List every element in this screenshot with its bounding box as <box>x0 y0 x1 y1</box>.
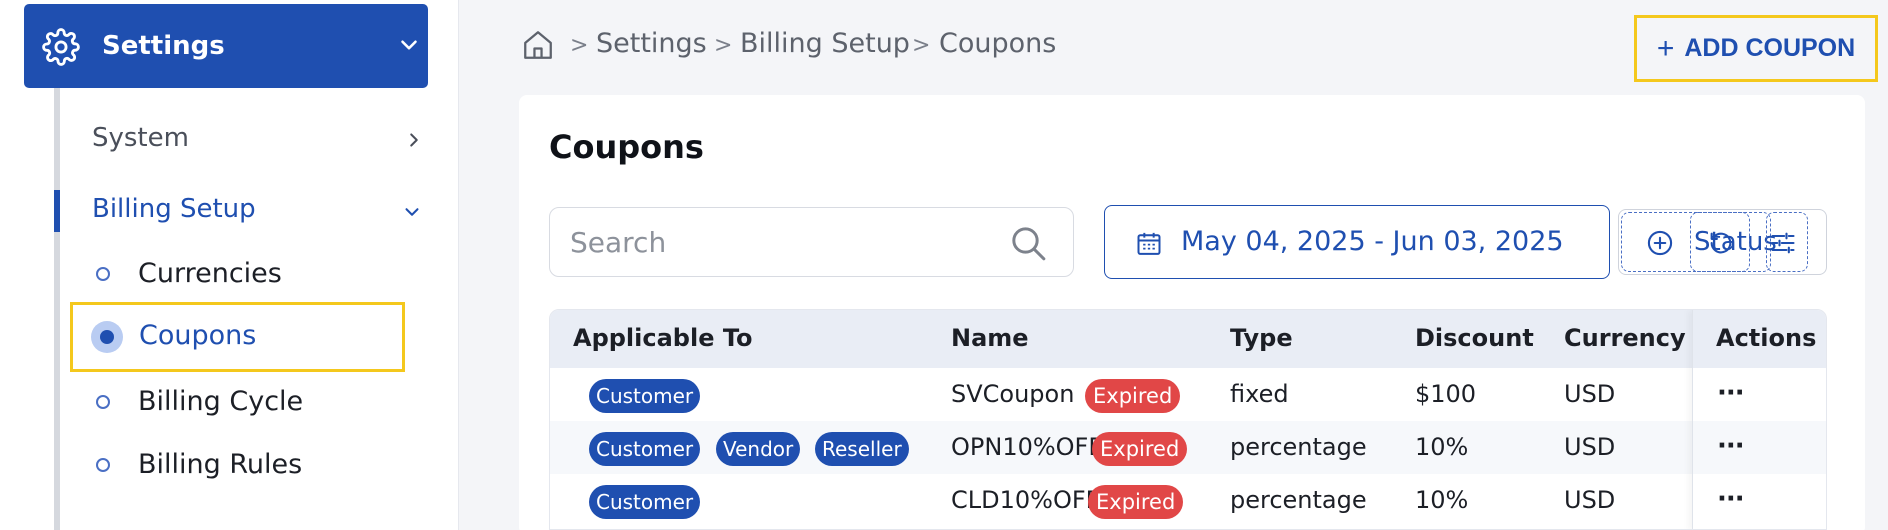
reset-filters-button[interactable] <box>1690 212 1750 272</box>
applicable-tag: Customer <box>589 432 701 466</box>
chevron-down-icon <box>401 40 417 50</box>
search-box <box>549 207 1074 277</box>
breadcrumb-separator: > <box>570 33 589 58</box>
applicable-tag: Reseller <box>815 432 909 466</box>
settings-menu-button[interactable]: Settings <box>24 4 428 88</box>
column-header-discount[interactable]: Discount <box>1415 324 1534 352</box>
page-title: Coupons <box>549 128 704 166</box>
sidebar-subitem-label: Billing Cycle <box>138 386 304 417</box>
coupon-name: SVCoupon <box>951 380 1075 408</box>
coupon-currency: USD <box>1564 433 1616 461</box>
calendar-icon <box>1137 232 1161 255</box>
chevron-down-icon[interactable] <box>401 201 423 223</box>
radio-dot-icon <box>96 457 110 472</box>
breadcrumb-separator: > <box>714 33 733 58</box>
column-header-currency[interactable]: Currency <box>1564 324 1686 352</box>
applicable-tag: Customer <box>589 485 701 519</box>
add-coupon-label: ADD COUPON <box>1684 34 1856 62</box>
search-icon[interactable] <box>1008 223 1048 263</box>
coupon-currency: USD <box>1564 486 1616 514</box>
coupon-currency: USD <box>1564 380 1616 408</box>
date-range-picker[interactable]: May 04, 2025 - Jun 03, 2025 <box>1104 205 1610 279</box>
date-range-value: May 04, 2025 - Jun 03, 2025 <box>1181 226 1564 257</box>
table-header: Applicable To Name Type Discount Currenc… <box>550 310 1826 368</box>
coupon-type: fixed <box>1230 380 1289 408</box>
sidebar-item-billing-setup[interactable]: Billing Setup <box>92 194 256 224</box>
sidebar-subitem-currencies[interactable]: Currencies <box>96 258 282 289</box>
coupons-table: Applicable To Name Type Discount Currenc… <box>549 309 1827 530</box>
sidebar-subitem-label: Coupons <box>139 320 257 351</box>
coupon-name: OPN10%OFF <box>951 433 1103 461</box>
status-badge: Expired <box>1092 432 1188 466</box>
chevron-right-icon[interactable] <box>403 129 425 151</box>
radio-dot-icon <box>96 266 110 281</box>
sidebar-subitem-label: Currencies <box>138 258 282 289</box>
sidebar-subitem-billing-rules[interactable]: Billing Rules <box>96 449 302 480</box>
breadcrumb-separator: > <box>912 33 931 58</box>
table-row[interactable]: Customer SVCoupon Expired fixed $100 USD… <box>550 368 1826 421</box>
coupon-discount: 10% <box>1415 433 1469 461</box>
plus-icon: + <box>1656 31 1675 65</box>
gear-icon <box>42 28 80 66</box>
radio-dot-icon <box>96 394 110 409</box>
coupon-discount: 10% <box>1415 486 1469 514</box>
sidebar-subitem-coupons[interactable]: Coupons <box>70 302 405 372</box>
column-header-type[interactable]: Type <box>1230 324 1293 352</box>
sidebar-subitem-billing-cycle[interactable]: Billing Cycle <box>96 386 303 417</box>
add-coupon-button[interactable]: + ADD COUPON <box>1634 15 1878 82</box>
applicable-tag: Customer <box>589 379 701 413</box>
breadcrumb-coupons: Coupons <box>939 28 1057 59</box>
coupon-type: percentage <box>1230 433 1367 461</box>
radio-selected-dot <box>100 330 114 344</box>
coupon-name: CLD10%OFF <box>951 486 1100 514</box>
settings-label: Settings <box>102 31 225 61</box>
status-badge: Expired <box>1085 379 1181 413</box>
home-icon[interactable] <box>520 28 556 62</box>
column-header-applicable-to[interactable]: Applicable To <box>573 324 753 352</box>
table-row[interactable]: Customer CLD10%OFF Expired percentage 10… <box>550 474 1826 527</box>
nav-rail <box>54 88 60 530</box>
breadcrumb-billing-setup[interactable]: Billing Setup <box>740 28 910 59</box>
search-input[interactable] <box>570 208 990 276</box>
sidebar-subitem-label: Billing Rules <box>138 449 303 480</box>
column-settings-button[interactable] <box>1766 212 1808 272</box>
column-header-name[interactable]: Name <box>951 324 1029 352</box>
reset-icon <box>1710 232 1732 254</box>
coupon-type: percentage <box>1230 486 1367 514</box>
sidebar: Settings System Billing Setup Currencies… <box>0 0 459 530</box>
nav-rail-active-marker <box>54 190 60 232</box>
table-row[interactable]: Customer Vendor Reseller OPN10%OFF Expir… <box>550 421 1826 474</box>
plus-circle-icon <box>1647 230 1673 256</box>
coupon-discount: $100 <box>1415 380 1477 408</box>
sliders-icon <box>1771 232 1795 254</box>
status-badge: Expired <box>1088 485 1184 519</box>
breadcrumb-settings[interactable]: Settings <box>596 28 707 59</box>
applicable-tag: Vendor <box>716 432 801 466</box>
sidebar-item-system[interactable]: System <box>92 123 189 153</box>
actions-column-divider <box>1692 310 1826 529</box>
